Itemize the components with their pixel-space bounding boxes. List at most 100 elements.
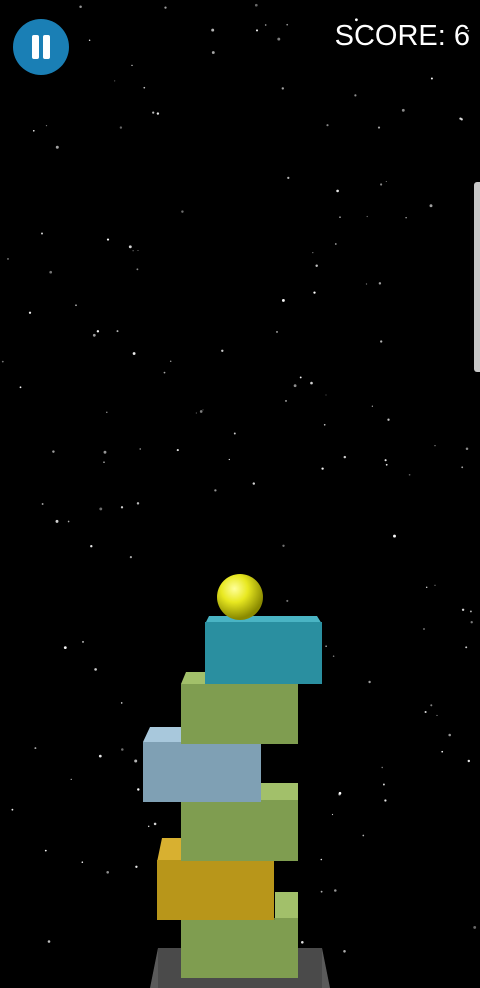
star xyxy=(465,646,468,649)
star xyxy=(120,506,124,509)
star xyxy=(434,445,436,447)
star xyxy=(136,268,139,271)
star xyxy=(380,340,383,343)
star xyxy=(332,655,335,657)
star xyxy=(473,925,477,929)
star xyxy=(49,270,53,274)
star xyxy=(286,23,289,26)
star xyxy=(41,232,43,235)
star xyxy=(293,384,297,388)
star xyxy=(461,466,464,469)
star xyxy=(430,77,433,80)
star xyxy=(286,599,289,602)
star xyxy=(41,503,44,505)
game-scene xyxy=(1,3,477,988)
star xyxy=(331,813,334,816)
star xyxy=(366,215,368,218)
star xyxy=(176,449,179,452)
star xyxy=(470,621,473,624)
star xyxy=(469,610,472,613)
star xyxy=(381,766,383,769)
yellow-ball xyxy=(217,574,263,620)
star xyxy=(55,519,59,523)
star xyxy=(106,871,109,874)
star xyxy=(436,714,438,716)
star xyxy=(45,124,48,127)
pause-icon xyxy=(32,35,39,59)
star xyxy=(136,502,140,505)
star xyxy=(323,423,326,426)
star xyxy=(228,458,230,461)
star xyxy=(321,467,324,470)
pause-icon-bar xyxy=(43,35,50,59)
star xyxy=(143,86,146,89)
star xyxy=(47,940,51,943)
star xyxy=(382,783,385,786)
star xyxy=(365,283,368,285)
star xyxy=(156,112,160,115)
star xyxy=(164,6,167,9)
star xyxy=(424,710,427,714)
star xyxy=(120,702,123,704)
star xyxy=(98,754,102,758)
star xyxy=(385,463,388,466)
star xyxy=(467,759,471,763)
star xyxy=(44,849,47,852)
star xyxy=(255,29,259,32)
star xyxy=(34,747,37,750)
star xyxy=(285,399,287,402)
star xyxy=(103,450,107,454)
star xyxy=(441,750,444,753)
star xyxy=(19,386,22,389)
star xyxy=(163,371,166,374)
star xyxy=(137,249,139,252)
star xyxy=(121,748,124,751)
star xyxy=(52,450,55,453)
star xyxy=(137,788,140,791)
star xyxy=(461,608,465,612)
star xyxy=(135,865,138,868)
star xyxy=(147,825,150,828)
star xyxy=(81,861,84,863)
star xyxy=(385,180,387,183)
star xyxy=(378,282,382,285)
star xyxy=(106,411,108,414)
star xyxy=(202,409,204,411)
star xyxy=(281,87,284,90)
star xyxy=(325,645,327,647)
star xyxy=(282,544,285,547)
star xyxy=(465,447,469,451)
star xyxy=(429,204,433,208)
star xyxy=(312,251,314,254)
star xyxy=(11,808,14,811)
star xyxy=(129,556,132,559)
star xyxy=(343,455,347,459)
star xyxy=(423,628,425,630)
star xyxy=(401,108,405,112)
star xyxy=(169,360,172,363)
star xyxy=(233,432,236,435)
star xyxy=(99,507,103,511)
star xyxy=(1,360,4,363)
star xyxy=(131,64,133,67)
star xyxy=(199,410,203,413)
star xyxy=(211,28,215,32)
pause-button[interactable] xyxy=(13,19,69,75)
star xyxy=(354,94,357,97)
star xyxy=(320,890,323,893)
star xyxy=(281,298,285,302)
star xyxy=(384,799,387,802)
star xyxy=(377,126,381,129)
star xyxy=(430,704,433,707)
star xyxy=(132,250,134,252)
star xyxy=(405,217,407,219)
star xyxy=(393,534,396,538)
edge-scroll-handle[interactable] xyxy=(474,182,480,372)
star xyxy=(301,941,304,944)
star xyxy=(339,216,341,218)
star xyxy=(326,124,329,127)
star xyxy=(334,889,337,892)
star xyxy=(70,778,72,781)
star xyxy=(325,394,327,396)
star xyxy=(134,759,138,763)
